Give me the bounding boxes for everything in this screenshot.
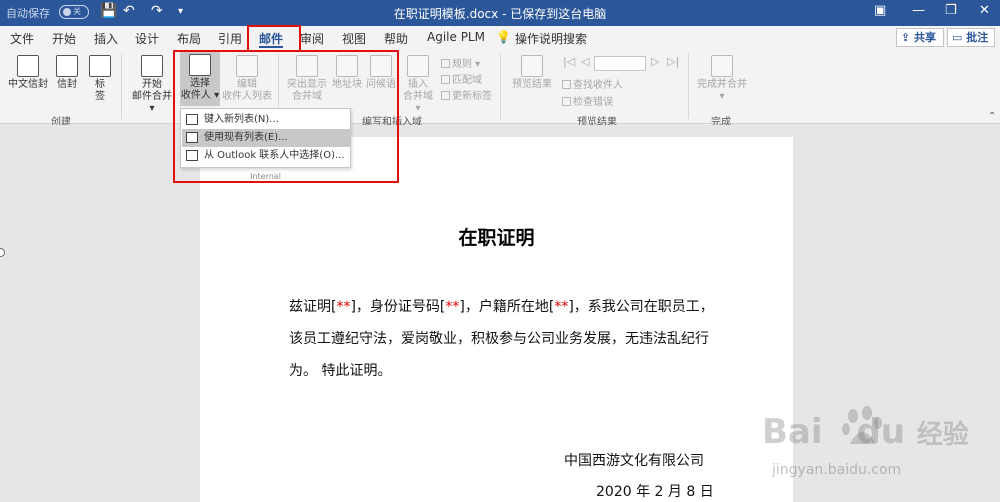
minimize-icon[interactable]: — bbox=[912, 3, 925, 18]
ribbon-tabs: 文件 开始 插入 设计 布局 引用 邮件 审阅 视图 帮助 Agile PLM … bbox=[0, 26, 1000, 49]
document-date: 2020 年 2 月 8 日 bbox=[596, 484, 714, 500]
previous-record-icon[interactable]: ◁ bbox=[581, 55, 589, 68]
preview-results-button[interactable]: 预览结果 bbox=[509, 55, 555, 91]
tab-file[interactable]: 文件 bbox=[10, 30, 34, 47]
tab-references[interactable]: 引用 bbox=[218, 30, 242, 47]
envelope-icon bbox=[56, 55, 78, 77]
lightbulb-icon: 💡 bbox=[496, 30, 511, 44]
labels-button[interactable]: 标 签 bbox=[86, 55, 114, 103]
tab-view[interactable]: 视图 bbox=[342, 30, 366, 47]
tab-review[interactable]: 审阅 bbox=[300, 30, 324, 47]
comments-button[interactable]: ▭ 批注 bbox=[947, 28, 995, 47]
rules-icon bbox=[441, 59, 450, 68]
start-mail-merge-label-1: 开始 bbox=[142, 79, 162, 90]
highlight-box-mailings-tab bbox=[247, 25, 301, 52]
body-text: 为。 特此证明。 bbox=[289, 363, 392, 379]
body-text: ]，身份证号码[ bbox=[350, 299, 446, 315]
body-text: ]，系我公司在职员工， bbox=[568, 299, 714, 315]
next-record-icon[interactable]: ▷ bbox=[651, 55, 659, 68]
tab-help[interactable]: 帮助 bbox=[384, 30, 408, 47]
start-mail-merge-button[interactable]: 开始 邮件合并 ▾ bbox=[130, 55, 174, 115]
watermark-brand: Bai bbox=[762, 412, 823, 452]
document-page[interactable]: 在职证明 兹证明[**]，身份证号码[**]，户籍所在地[**]，系我公司在职员… bbox=[200, 137, 793, 502]
update-labels-icon bbox=[441, 91, 450, 100]
find-recipient-label: 查找收件人 bbox=[573, 80, 623, 91]
title-bar: 自动保存 关 💾 ↶ ↷ ▾ 在职证明模板.docx - 已保存到这台电脑 ▣ … bbox=[0, 0, 1000, 26]
insert-merge-field-label-2: 合并域 bbox=[403, 91, 433, 102]
match-fields-icon bbox=[441, 75, 450, 84]
tab-design[interactable]: 设计 bbox=[135, 30, 159, 47]
body-text: ]，户籍所在地[ bbox=[459, 299, 555, 315]
placeholder-mark: ** bbox=[336, 299, 351, 315]
comments-label: 批注 bbox=[966, 31, 989, 44]
finish-merge-button[interactable]: 完成并合并 ▾ bbox=[696, 55, 748, 103]
start-mail-merge-icon bbox=[141, 55, 163, 77]
chinese-envelope-icon bbox=[17, 55, 39, 77]
check-errors-button[interactable]: 检查错误 bbox=[562, 93, 613, 108]
tab-agile-plm[interactable]: Agile PLM bbox=[427, 30, 485, 44]
baidu-paw-icon bbox=[842, 406, 882, 444]
preview-results-icon bbox=[521, 55, 543, 77]
document-body: 兹证明[**]，身份证号码[**]，户籍所在地[**]，系我公司在职员工， 该员… bbox=[289, 291, 719, 387]
tab-insert[interactable]: 插入 bbox=[94, 30, 118, 47]
highlight-box-select-recipients bbox=[173, 50, 399, 183]
close-icon[interactable]: ✕ bbox=[979, 3, 990, 18]
watermark-cn: 经验 bbox=[916, 420, 969, 450]
match-fields-label: 匹配域 bbox=[452, 75, 482, 86]
envelopes-label: 信封 bbox=[57, 79, 77, 90]
placeholder-mark: ** bbox=[445, 299, 460, 315]
tell-me-search[interactable]: 操作说明搜索 bbox=[515, 30, 587, 47]
record-number-input[interactable] bbox=[594, 56, 646, 71]
insert-merge-field-icon bbox=[407, 55, 429, 77]
chinese-envelope-button[interactable]: 中文信封 bbox=[7, 55, 49, 91]
share-button[interactable]: ⇪ 共享 bbox=[896, 28, 944, 47]
rules-label: 规则 bbox=[452, 59, 472, 70]
labels-label-2: 签 bbox=[95, 91, 105, 102]
chinese-envelope-label: 中文信封 bbox=[8, 79, 48, 90]
placeholder-mark: ** bbox=[554, 299, 569, 315]
check-errors-label: 检查错误 bbox=[573, 97, 613, 108]
update-labels-label: 更新标签 bbox=[452, 91, 492, 102]
insert-merge-field-label-1: 插入 bbox=[408, 79, 428, 90]
tab-layout[interactable]: 布局 bbox=[177, 30, 201, 47]
tab-home[interactable]: 开始 bbox=[52, 30, 76, 47]
find-recipient-button[interactable]: 查找收件人 bbox=[562, 76, 623, 91]
group-separator bbox=[688, 53, 689, 119]
first-record-icon[interactable]: |◁ bbox=[563, 55, 575, 68]
group-separator bbox=[121, 53, 122, 119]
check-errors-icon bbox=[562, 97, 571, 106]
body-text: 兹证明[ bbox=[289, 299, 337, 315]
restore-icon[interactable]: ❐ bbox=[945, 3, 957, 18]
start-mail-merge-label-2: 邮件合并 bbox=[132, 91, 172, 102]
ribbon-display-icon[interactable]: ▣ bbox=[874, 3, 886, 18]
finish-merge-label: 完成并合并 bbox=[697, 79, 747, 90]
insert-merge-field-button[interactable]: 插入 合并域 ▾ bbox=[401, 55, 435, 115]
collapse-ribbon-icon[interactable]: ⌃ bbox=[988, 111, 996, 122]
company-name: 中国西游文化有限公司 bbox=[564, 453, 704, 469]
body-text: 该员工遵纪守法，爱岗敬业，积极参与公司业务发展，无违法乱纪行 bbox=[289, 331, 709, 347]
share-label: 共享 bbox=[914, 31, 937, 44]
envelopes-button[interactable]: 信封 bbox=[53, 55, 81, 91]
watermark-url: jingyan.baidu.com bbox=[772, 462, 902, 478]
labels-icon bbox=[89, 55, 111, 77]
finish-merge-icon bbox=[711, 55, 733, 77]
update-labels-button[interactable]: 更新标签 bbox=[441, 87, 492, 102]
ribbon-panel: 中文信封 信封 标 签 创建 开始 邮件合并 ▾ 选择 收件人 ▾ 编辑 收件人… bbox=[0, 49, 1000, 128]
document-heading: 在职证明 bbox=[458, 227, 535, 249]
labels-label-1: 标 bbox=[95, 79, 105, 90]
match-fields-button[interactable]: 匹配域 bbox=[441, 71, 482, 86]
window-title: 在职证明模板.docx - 已保存到这台电脑 bbox=[393, 7, 607, 21]
preview-results-label: 预览结果 bbox=[512, 79, 552, 90]
last-record-icon[interactable]: ▷| bbox=[667, 55, 679, 68]
find-recipient-icon bbox=[562, 80, 571, 89]
rules-button[interactable]: 规则 ▾ bbox=[441, 55, 480, 70]
group-separator bbox=[500, 53, 501, 119]
